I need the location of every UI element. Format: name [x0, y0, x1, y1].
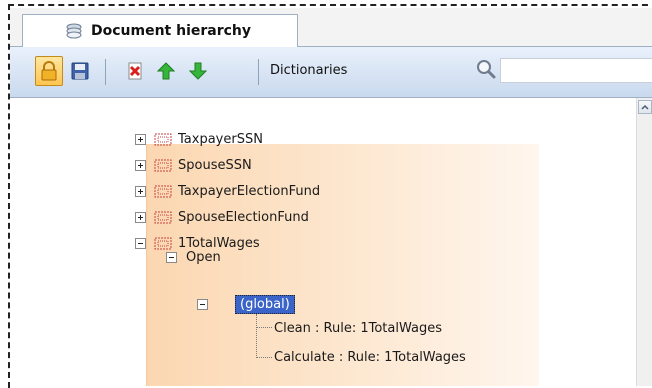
tab-title: Document hierarchy	[91, 23, 252, 39]
tree-node-field[interactable]: TaxpayerElectionFund	[135, 180, 320, 202]
tree-connector	[256, 357, 272, 358]
scroll-up-button[interactable]	[638, 100, 652, 114]
toolbar-separator	[105, 59, 106, 85]
field-icon	[154, 159, 172, 171]
tree-node-label: Open	[186, 249, 221, 265]
collapse-toggle[interactable]	[135, 237, 146, 249]
tab-document-hierarchy[interactable]: Document hierarchy	[22, 14, 298, 47]
delete-button[interactable]	[121, 56, 149, 86]
expand-toggle[interactable]	[135, 133, 146, 145]
tree-connector	[256, 327, 272, 328]
tree-node-rule[interactable]: Clean : Rule: 1TotalWages	[272, 317, 442, 339]
field-icon	[154, 133, 172, 145]
layers-icon	[66, 23, 82, 39]
delete-icon	[128, 62, 142, 80]
tree-node-label: SpouseElectionFund	[178, 209, 309, 225]
move-up-icon	[157, 62, 175, 80]
expand-toggle[interactable]	[135, 211, 146, 223]
search-icon	[477, 60, 496, 79]
collapse-toggle[interactable]	[166, 251, 177, 263]
save-button[interactable]	[66, 56, 94, 86]
lock-button[interactable]	[35, 56, 63, 86]
tree-node-event[interactable]: Open	[166, 246, 221, 268]
expand-toggle[interactable]	[135, 185, 146, 197]
dictionaries-button[interactable]: Dictionaries	[270, 63, 347, 78]
tree-node-label-selected: (global)	[235, 294, 295, 314]
toolbar-separator	[258, 59, 259, 85]
tree-node-label: Calculate : Rule: 1TotalWages	[274, 349, 466, 365]
tab-strip: Document hierarchy	[10, 8, 652, 47]
tree-node-label: Clean : Rule: 1TotalWages	[274, 320, 442, 336]
collapse-toggle[interactable]	[197, 298, 208, 310]
save-icon	[71, 62, 89, 80]
move-down-icon	[189, 62, 207, 80]
toolbar: Dictionaries	[10, 47, 652, 98]
move-up-button[interactable]	[152, 56, 180, 86]
tree-node-label: TaxpayerSSN	[178, 131, 263, 147]
tree-node-rule[interactable]: Calculate : Rule: 1TotalWages	[272, 346, 466, 368]
field-icon	[154, 185, 172, 197]
move-down-button[interactable]	[184, 56, 212, 86]
chevron-up-icon	[641, 104, 649, 110]
tree-node-label: SpouseSSN	[178, 157, 252, 173]
lock-icon	[41, 61, 57, 81]
tree-node-field[interactable]: TaxpayerSSN	[135, 128, 263, 150]
tree-node-field[interactable]: SpouseSSN	[135, 154, 252, 176]
tree-node-scope[interactable]: (global)	[197, 293, 295, 315]
field-icon	[154, 211, 172, 223]
tree-node-label: TaxpayerElectionFund	[178, 183, 321, 199]
expand-toggle[interactable]	[135, 159, 146, 171]
vertical-scrollbar[interactable]	[636, 98, 652, 386]
tree-node-field[interactable]: SpouseElectionFund	[135, 206, 309, 228]
tree-connector	[256, 314, 257, 358]
search-input[interactable]	[500, 58, 652, 83]
